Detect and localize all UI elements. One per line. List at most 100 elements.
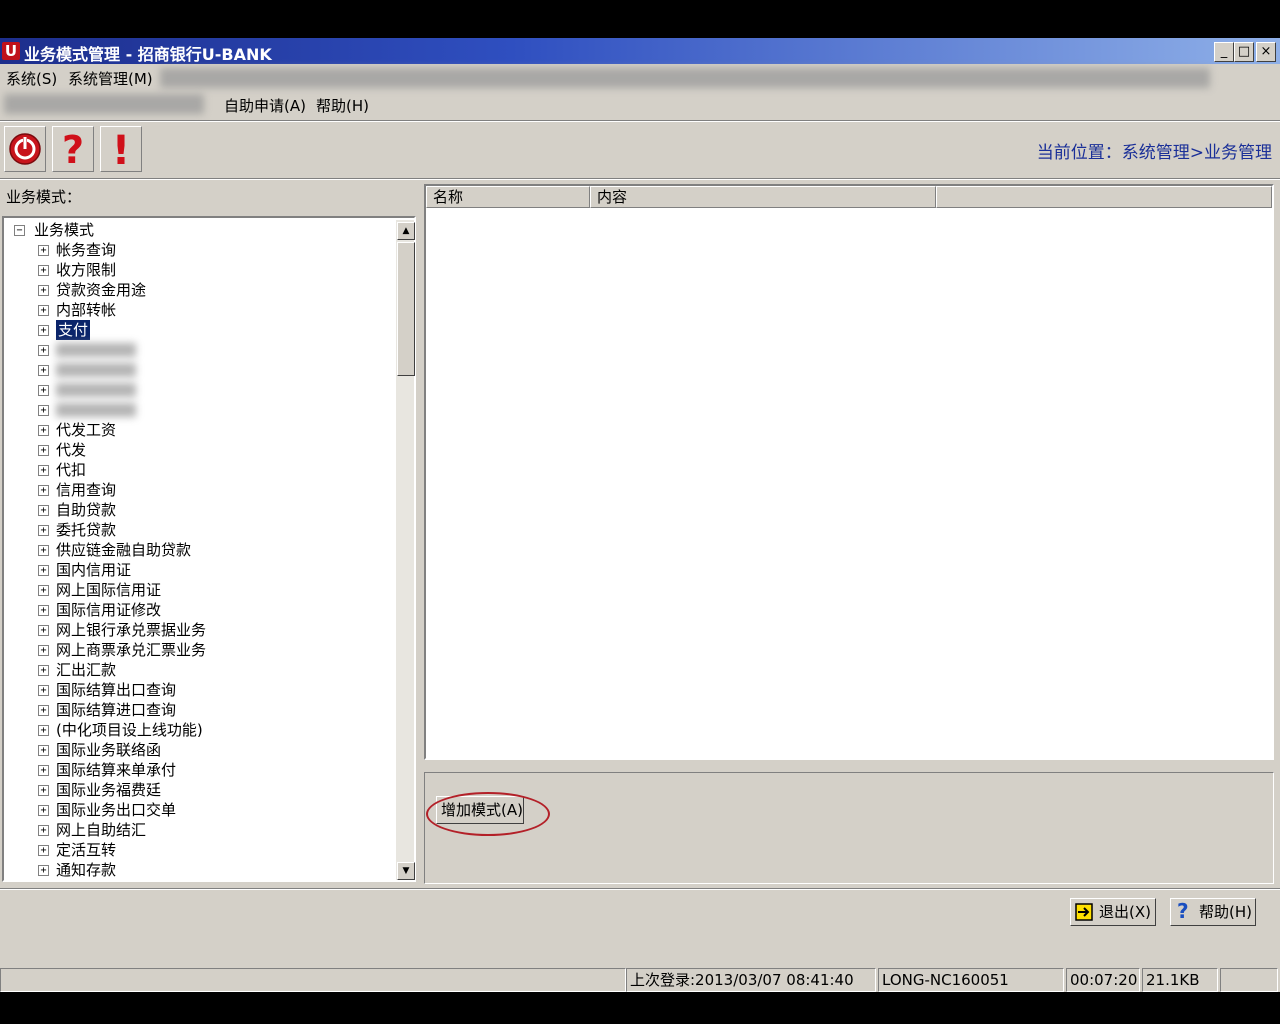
current-location: 当前位置：系统管理>业务管理 bbox=[1036, 143, 1272, 163]
expand-icon[interactable]: + bbox=[38, 445, 49, 456]
expand-icon[interactable]: + bbox=[38, 265, 49, 276]
tree-item-label: 网上银行承兑票据业务 bbox=[56, 621, 207, 639]
exit-button-label: 退出(X) bbox=[1099, 903, 1151, 921]
power-button[interactable] bbox=[4, 126, 46, 172]
expand-icon[interactable]: + bbox=[38, 705, 49, 716]
menu-system[interactable]: 系统(S) bbox=[6, 68, 57, 89]
expand-icon[interactable]: + bbox=[38, 505, 49, 516]
expand-icon[interactable]: + bbox=[38, 725, 49, 736]
expand-icon[interactable]: + bbox=[38, 845, 49, 856]
window-title: 业务模式管理 - 招商银行U-BANK bbox=[24, 45, 272, 64]
scroll-up-icon[interactable]: ▲ bbox=[397, 222, 415, 240]
expand-icon[interactable]: + bbox=[38, 425, 49, 436]
expand-icon[interactable]: + bbox=[38, 665, 49, 676]
tree-item-label: 代发工资 bbox=[56, 421, 117, 439]
tree-item-label: 帐务查询 bbox=[56, 241, 117, 259]
expand-icon[interactable]: + bbox=[38, 325, 49, 336]
column-header-content[interactable]: 内容 bbox=[590, 186, 936, 208]
bottom-separator bbox=[0, 888, 1280, 890]
expand-icon[interactable]: + bbox=[38, 525, 49, 536]
tree-item-label: 国际结算来单承付 bbox=[56, 761, 177, 779]
tree-item-label: 代扣 bbox=[56, 461, 87, 479]
redacted-menu-area bbox=[160, 68, 1210, 88]
expand-icon[interactable]: + bbox=[38, 285, 49, 296]
expand-icon[interactable]: + bbox=[38, 825, 49, 836]
expand-icon[interactable]: + bbox=[38, 785, 49, 796]
mode-list[interactable] bbox=[424, 184, 1274, 760]
status-empty bbox=[0, 968, 626, 992]
tree-item-label: 国际业务联络函 bbox=[56, 741, 162, 759]
alert-toolbar-button[interactable]: ! bbox=[100, 126, 142, 174]
status-time: 00:07:20 bbox=[1066, 968, 1140, 992]
expand-icon[interactable]: + bbox=[38, 865, 49, 876]
help-button-label: 帮助(H) bbox=[1199, 903, 1252, 921]
expand-icon[interactable]: + bbox=[38, 465, 49, 476]
menu-help[interactable]: 帮助(H) bbox=[316, 95, 369, 116]
expand-icon[interactable]: + bbox=[38, 585, 49, 596]
tree-item-label: 国际信用证修改 bbox=[56, 601, 162, 619]
column-header-name[interactable]: 名称 bbox=[426, 186, 590, 208]
menu-system-management[interactable]: 系统管理(M) bbox=[68, 68, 153, 89]
expand-icon[interactable]: + bbox=[38, 385, 49, 396]
help-icon: ? bbox=[1177, 899, 1189, 923]
expand-icon[interactable]: + bbox=[38, 365, 49, 376]
tree-item-label: 国际业务出口交单 bbox=[56, 801, 177, 819]
tree-item-label: 支付 bbox=[56, 320, 91, 340]
help-button[interactable]: ? 帮助(H) bbox=[1170, 898, 1256, 926]
svg-text:!: ! bbox=[112, 128, 130, 171]
expand-icon[interactable]: + bbox=[38, 605, 49, 616]
tree-item-label: 通知存款 bbox=[56, 861, 117, 879]
expand-icon[interactable]: + bbox=[38, 485, 49, 496]
power-icon bbox=[9, 133, 41, 165]
scroll-down-icon[interactable]: ▼ bbox=[397, 862, 415, 880]
business-mode-tree[interactable]: − 业务模式 + 帐务查询 + 收方限制 + 贷款资金用途 + 内部转帐 + 支付 + + + + + 代发工… bbox=[2, 216, 416, 882]
tree-item-label: 信用查询 bbox=[56, 481, 117, 499]
toolbar-separator bbox=[0, 178, 1280, 180]
collapse-icon[interactable]: − bbox=[14, 225, 25, 236]
minimize-button[interactable]: _ bbox=[1214, 42, 1234, 62]
expand-icon[interactable]: + bbox=[38, 645, 49, 656]
tree-item-label: (中化项目设上线功能) bbox=[56, 721, 203, 739]
redacted-tree-item bbox=[56, 403, 136, 417]
tree-item-label: 内部转帐 bbox=[56, 301, 117, 319]
expand-icon[interactable]: + bbox=[38, 405, 49, 416]
exit-button[interactable]: 退出(X) bbox=[1070, 898, 1156, 926]
expand-icon[interactable]: + bbox=[38, 345, 49, 356]
tree-item-label: 国内信用证 bbox=[56, 561, 132, 579]
expand-icon[interactable]: + bbox=[38, 805, 49, 816]
svg-text:?: ? bbox=[62, 128, 84, 171]
tree-item-label: 代发 bbox=[56, 441, 87, 459]
exit-icon bbox=[1075, 903, 1093, 921]
help-toolbar-button[interactable]: ? bbox=[52, 126, 94, 172]
expand-icon[interactable]: + bbox=[38, 565, 49, 576]
tree-item-label: 自助贷款 bbox=[56, 501, 117, 519]
status-extra bbox=[1220, 968, 1278, 992]
menu-separator bbox=[0, 120, 1280, 122]
tree-item-label: 供应链金融自助贷款 bbox=[56, 541, 192, 559]
tree-item-label: 汇出汇款 bbox=[56, 661, 117, 679]
tree-item-label: 国际结算进口查询 bbox=[56, 701, 177, 719]
tree-item-label: 定活互转 bbox=[56, 841, 117, 859]
expand-icon[interactable]: + bbox=[38, 765, 49, 776]
expand-icon[interactable]: + bbox=[38, 545, 49, 556]
question-icon: ? bbox=[62, 128, 84, 172]
expand-icon[interactable]: + bbox=[38, 245, 49, 256]
expand-icon[interactable]: + bbox=[38, 625, 49, 636]
redacted-tree-item bbox=[56, 383, 136, 397]
maximize-button[interactable]: □ bbox=[1234, 42, 1254, 62]
expand-icon[interactable]: + bbox=[38, 305, 49, 316]
business-mode-label: 业务模式： bbox=[6, 188, 82, 206]
column-header-empty[interactable] bbox=[936, 186, 1272, 208]
status-host: LONG-NC160051 bbox=[878, 968, 1064, 992]
tree-item-label: 网上自助结汇 bbox=[56, 821, 147, 839]
menu-self-service[interactable]: 自助申请(A) bbox=[224, 95, 306, 116]
expand-icon[interactable]: + bbox=[38, 745, 49, 756]
scroll-thumb[interactable] bbox=[397, 242, 415, 376]
tree-item-label: 国际业务福费廷 bbox=[56, 781, 162, 799]
expand-icon[interactable]: + bbox=[38, 685, 49, 696]
tree-item-label: 网上商票承兑汇票业务 bbox=[56, 641, 207, 659]
tree-item-label: 收方限制 bbox=[56, 261, 117, 279]
close-button[interactable]: × bbox=[1256, 42, 1276, 62]
redacted-tree-item bbox=[56, 343, 136, 357]
tree-item-label: 网上国际信用证 bbox=[56, 581, 162, 599]
